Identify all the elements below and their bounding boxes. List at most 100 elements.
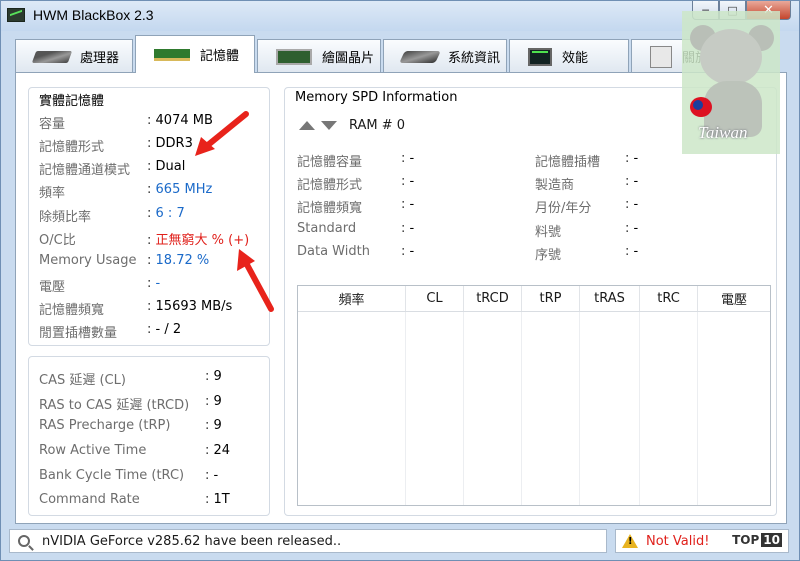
colon: : (205, 468, 210, 483)
row-label: 記憶體通道模式 (39, 163, 131, 178)
row-value-wrap: : 1T (205, 492, 230, 512)
row-label: 記憶體頻寬 (39, 303, 105, 318)
memory-row-frequency: 頻率 (39, 182, 65, 202)
title-bar[interactable]: HWM BlackBox 2.3 ─ □ ✕ (1, 1, 799, 31)
row-label: Memory Usage (39, 253, 137, 268)
colon: : (401, 221, 406, 236)
row-value-wrap: : - (401, 221, 414, 241)
system-icon (399, 50, 441, 63)
memory-panel: 實體記憶體 容量 : 4074 MB 記憶體形式 : DDR3 記憶體通道模式 … (15, 72, 787, 524)
memory-row-ratio: 除頻比率 (39, 206, 91, 226)
timing-command-rate-value: 1T (213, 492, 230, 507)
timing-trcd-value: 9 (213, 394, 222, 409)
spd-data-width-value: - (409, 244, 415, 259)
colon: : (205, 418, 210, 433)
row-label: 閒置插槽數量 (39, 326, 118, 341)
previous-slot-icon[interactable] (299, 121, 315, 130)
ram-icon (154, 48, 190, 61)
row-label: 電壓 (39, 280, 66, 295)
timing-row-trcd: RAS to CAS 延遲 (tRCD) (39, 394, 189, 414)
memory-row-voltage: 電壓 (39, 276, 65, 296)
tab-system-info[interactable]: 系統資訊 (383, 39, 507, 73)
memory-row-bandwidth: 記憶體頻寬 (39, 299, 104, 319)
row-value-wrap: : - (205, 468, 218, 488)
row-value-wrap: : - (401, 197, 414, 217)
brand-text: TOP (732, 533, 760, 547)
spd-row-bandwidth: 記憶體頻寬 (297, 197, 362, 217)
row-value-wrap: : - (625, 197, 638, 217)
column-header-trcd[interactable]: tRCD (464, 286, 522, 311)
next-slot-icon[interactable] (321, 121, 337, 130)
spd-row-capacity: 記憶體容量 (297, 151, 362, 171)
memory-free-slots-value: - / 2 (155, 322, 182, 337)
colon: : (147, 113, 152, 128)
top10-logo[interactable]: TOP 10 (732, 533, 782, 547)
colon: : (147, 182, 152, 197)
colon: : (625, 151, 630, 166)
timing-row-cl: CAS 延遲 (CL) (39, 369, 126, 389)
row-label: Bank Cycle Time (tRC) (39, 468, 185, 483)
colon: : (147, 322, 152, 337)
row-value-wrap: : DDR3 (147, 136, 193, 156)
memory-usage-value: 18.72 % (155, 253, 210, 268)
tab-graphics[interactable]: 繪圖晶片 (257, 39, 381, 73)
timing-trp-value: 9 (213, 418, 222, 433)
colon: : (401, 197, 406, 212)
row-value-wrap: : - (625, 221, 638, 241)
tab-memory[interactable]: 記憶體 (135, 35, 255, 73)
timing-trc-value: - (213, 468, 219, 483)
tab-label: 記憶體 (200, 49, 240, 64)
memory-frequency-value: 665 MHz (155, 182, 213, 197)
cpu-icon (31, 50, 73, 63)
watermark-text: Taiwan (698, 123, 748, 142)
row-value-wrap: : 18.72 % (147, 253, 209, 273)
spd-row-standard: Standard (297, 221, 356, 241)
colon: : (205, 492, 210, 507)
column-header-tras[interactable]: tRAS (580, 286, 640, 311)
tab-performance[interactable]: 效能 (509, 39, 629, 73)
search-icon (18, 535, 30, 547)
status-bar: nVIDIA GeForce v285.62 have been release… (9, 529, 793, 553)
row-label: 序號 (535, 248, 562, 263)
memory-row-usage: Memory Usage (39, 253, 137, 273)
colon: : (401, 151, 406, 166)
spd-serial-value: - (633, 244, 639, 259)
tab-label: 處理器 (80, 51, 120, 66)
row-label: RAS to CAS 延遲 (tRCD) (39, 398, 190, 413)
memory-type-value: DDR3 (155, 136, 193, 151)
column-header-voltage[interactable]: 電壓 (698, 286, 770, 311)
tab-label: 系統資訊 (448, 51, 501, 66)
taiwan-flag-icon (690, 97, 712, 117)
memory-row-free-slots: 閒置插槽數量 (39, 322, 117, 342)
tab-cpu[interactable]: 處理器 (15, 39, 133, 73)
spd-bandwidth-value: - (409, 197, 415, 212)
status-message-panel[interactable]: nVIDIA GeForce v285.62 have been release… (9, 529, 607, 553)
column-header-trc[interactable]: tRC (640, 286, 698, 311)
row-label: Command Rate (39, 492, 140, 507)
row-label: O/C比 (39, 233, 76, 248)
spd-type-value: - (409, 174, 415, 189)
memory-row-oc: O/C比 (39, 229, 76, 249)
row-label: 製造商 (535, 178, 575, 193)
table-body (298, 312, 770, 505)
row-value-wrap: : - (401, 174, 414, 194)
column-header-frequency[interactable]: 頻率 (298, 286, 406, 311)
colon: : (205, 394, 210, 409)
tab-label: 繪圖晶片 (322, 51, 375, 66)
colon: : (205, 443, 210, 458)
row-label: 記憶體容量 (297, 155, 363, 170)
koala-watermark: Taiwan (682, 11, 780, 154)
column-header-cl[interactable]: CL (406, 286, 464, 311)
spd-capacity-value: - (409, 151, 415, 166)
colon: : (625, 174, 630, 189)
group-title: Memory SPD Information (293, 90, 460, 105)
row-label: RAS Precharge (tRP) (39, 418, 171, 433)
row-value-wrap: : 9 (205, 394, 222, 414)
koala-head (700, 29, 762, 85)
column-header-trp[interactable]: tRP (522, 286, 580, 311)
spd-manufacturer-value: - (633, 174, 639, 189)
spd-timing-table[interactable]: 頻率 CL tRCD tRP tRAS tRC 電壓 (297, 285, 771, 506)
ram-slot-navigator: RAM # 0 (299, 118, 405, 133)
row-label: 頻率 (39, 186, 66, 201)
row-value-wrap: : 6 : 7 (147, 206, 185, 226)
